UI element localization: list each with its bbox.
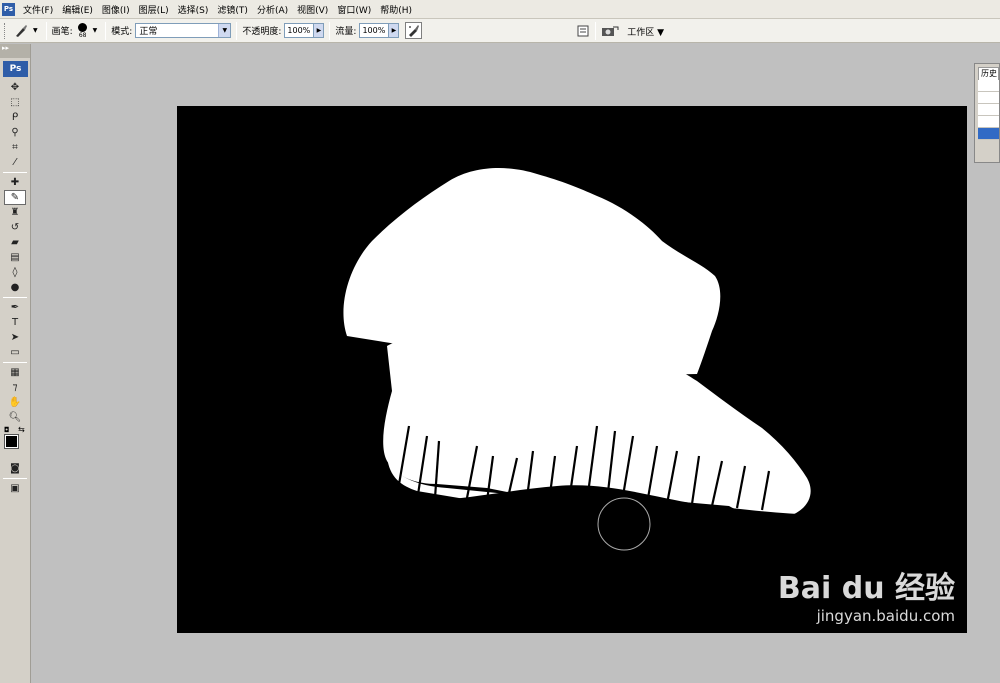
flow-value: 100% (362, 26, 386, 35)
menu-layer[interactable]: 图层(L) (135, 3, 174, 16)
brush-picker[interactable]: 68 (76, 22, 90, 39)
flow-label: 流量: (335, 27, 357, 37)
swap-colors-icon[interactable]: ⇆ (18, 425, 25, 434)
history-panel: 历史 (974, 63, 1000, 163)
chevron-down-icon[interactable]: ▼ (33, 27, 38, 34)
quick-mask-icon[interactable]: ◙ (4, 461, 26, 476)
screen-mode-icon[interactable]: ▣ (4, 481, 26, 496)
history-tab[interactable]: 历史 (978, 67, 999, 80)
history-state[interactable] (978, 92, 999, 104)
chevron-down-icon[interactable]: ▼ (218, 24, 231, 37)
divider (3, 297, 27, 298)
notes-tool-icon[interactable]: ▦ (4, 365, 26, 380)
shape-tool-icon[interactable]: ▭ (4, 345, 26, 360)
opacity-label: 不透明度: (242, 27, 282, 37)
mode-value: 正常 (139, 27, 158, 37)
brush-dropdown-icon[interactable]: ▼ (93, 27, 98, 34)
healing-brush-tool-icon[interactable]: ✚ (4, 175, 26, 190)
app-icon: Ps (2, 2, 15, 16)
divider (3, 362, 27, 363)
brush-tip-icon (78, 22, 88, 32)
options-bar: ▼ 画笔: 68 ▼ 模式: 正常 ▼ 不透明度: 100% ▶ 流量: 100… (0, 19, 1000, 43)
eraser-tool-icon[interactable]: ▰ (4, 235, 26, 250)
divider (3, 172, 27, 173)
toolbox: ▸▸ Ps ✥ ⬚ ᑭ ⚲ ⌗ ⁄ ✚ ✎ ♜ ↺ ▰ ▤ ◊ ● ✒ T ➤ … (0, 44, 31, 683)
airbrush-icon (409, 25, 420, 37)
mode-select[interactable]: 正常 ▼ (135, 23, 232, 38)
options-right-group: 工作区 ▼ (576, 19, 1000, 43)
gradient-tool-icon[interactable]: ▤ (4, 250, 26, 265)
watermark-logo: Bai du 经验 (777, 571, 955, 606)
opacity-field[interactable]: 100% ▶ (284, 23, 325, 38)
marquee-tool-icon[interactable]: ⬚ (4, 95, 26, 110)
eyedropper-tool-icon[interactable]: ⁊ (4, 380, 26, 395)
brush-size: 68 (78, 31, 87, 39)
brush-label: 画笔: (51, 27, 73, 37)
menu-view[interactable]: 视图(V) (293, 3, 333, 16)
type-tool-icon[interactable]: T (4, 315, 26, 330)
divider (595, 22, 597, 40)
watermark: Bai du 经验 jingyan.baidu.com (778, 563, 955, 625)
divider (45, 21, 47, 40)
watermark-url: jingyan.baidu.com (816, 607, 955, 625)
menu-filter[interactable]: 滤镜(T) (213, 3, 253, 16)
opacity-slider-arrow-icon[interactable]: ▶ (313, 23, 325, 38)
history-brush-tool-icon[interactable]: ↺ (4, 220, 26, 235)
document-canvas[interactable]: Bai du 经验 jingyan.baidu.com (177, 106, 967, 633)
brush-tool-icon[interactable]: ✎ (4, 190, 26, 205)
mode-label: 模式: (111, 27, 133, 37)
tool-preset-picker[interactable] (10, 22, 32, 40)
opacity-value: 100% (287, 26, 311, 35)
zoom-tool-icon[interactable]: 🔍︎ (4, 410, 26, 425)
menu-window[interactable]: 窗口(W) (333, 3, 376, 16)
layer-mask-image (177, 106, 967, 633)
clone-stamp-tool-icon[interactable]: ♜ (4, 205, 26, 220)
divider (105, 21, 107, 40)
lasso-tool-icon[interactable]: ᑭ (4, 110, 26, 125)
dodge-tool-icon[interactable]: ● (4, 280, 26, 295)
divider (236, 21, 238, 40)
workspace-label: 工作区 (627, 27, 655, 38)
menu-file[interactable]: 文件(F) (19, 3, 58, 16)
history-state[interactable] (978, 116, 999, 128)
move-tool-icon[interactable]: ✥ (4, 80, 26, 95)
foreground-color[interactable] (4, 434, 19, 449)
history-state[interactable] (978, 80, 999, 92)
crop-tool-icon[interactable]: ⌗ (4, 140, 26, 155)
menu-help[interactable]: 帮助(H) (376, 3, 417, 16)
history-state-selected[interactable] (978, 128, 999, 140)
options-bar-grip[interactable] (4, 22, 7, 39)
flow-field[interactable]: 100% ▶ (359, 23, 400, 38)
divider (3, 478, 27, 479)
workspace-menu-button[interactable]: 工作区 ▼ (627, 25, 664, 38)
brush-icon (16, 24, 27, 37)
workspace: Bai du 经验 jingyan.baidu.com (31, 44, 1000, 683)
bridge-icon[interactable] (601, 24, 619, 38)
blur-tool-icon[interactable]: ◊ (4, 265, 26, 280)
color-swatches: ◘ ⇆ (0, 425, 30, 461)
menu-image[interactable]: 图像(I) (98, 3, 135, 16)
toolbox-grip[interactable]: ▸▸ (0, 44, 30, 58)
slice-tool-icon[interactable]: ⁄ (4, 155, 26, 170)
palette-well-icon[interactable] (576, 24, 590, 38)
history-state[interactable] (978, 104, 999, 116)
magic-wand-tool-icon[interactable]: ⚲ (4, 125, 26, 140)
path-selection-tool-icon[interactable]: ➤ (4, 330, 26, 345)
menu-edit[interactable]: 编辑(E) (58, 3, 98, 16)
flow-slider-arrow-icon[interactable]: ▶ (388, 23, 400, 38)
divider (329, 21, 331, 40)
menu-bar: Ps 文件(F) 编辑(E) 图像(I) 图层(L) 选择(S) 滤镜(T) 分… (0, 0, 1000, 19)
pen-tool-icon[interactable]: ✒ (4, 300, 26, 315)
menu-analysis[interactable]: 分析(A) (253, 3, 293, 16)
hand-tool-icon[interactable]: ✋ (4, 395, 26, 410)
ps-logo[interactable]: Ps (3, 61, 28, 77)
airbrush-toggle[interactable] (405, 22, 423, 39)
menu-select[interactable]: 选择(S) (174, 3, 214, 16)
default-colors-icon[interactable]: ◘ (4, 426, 10, 434)
